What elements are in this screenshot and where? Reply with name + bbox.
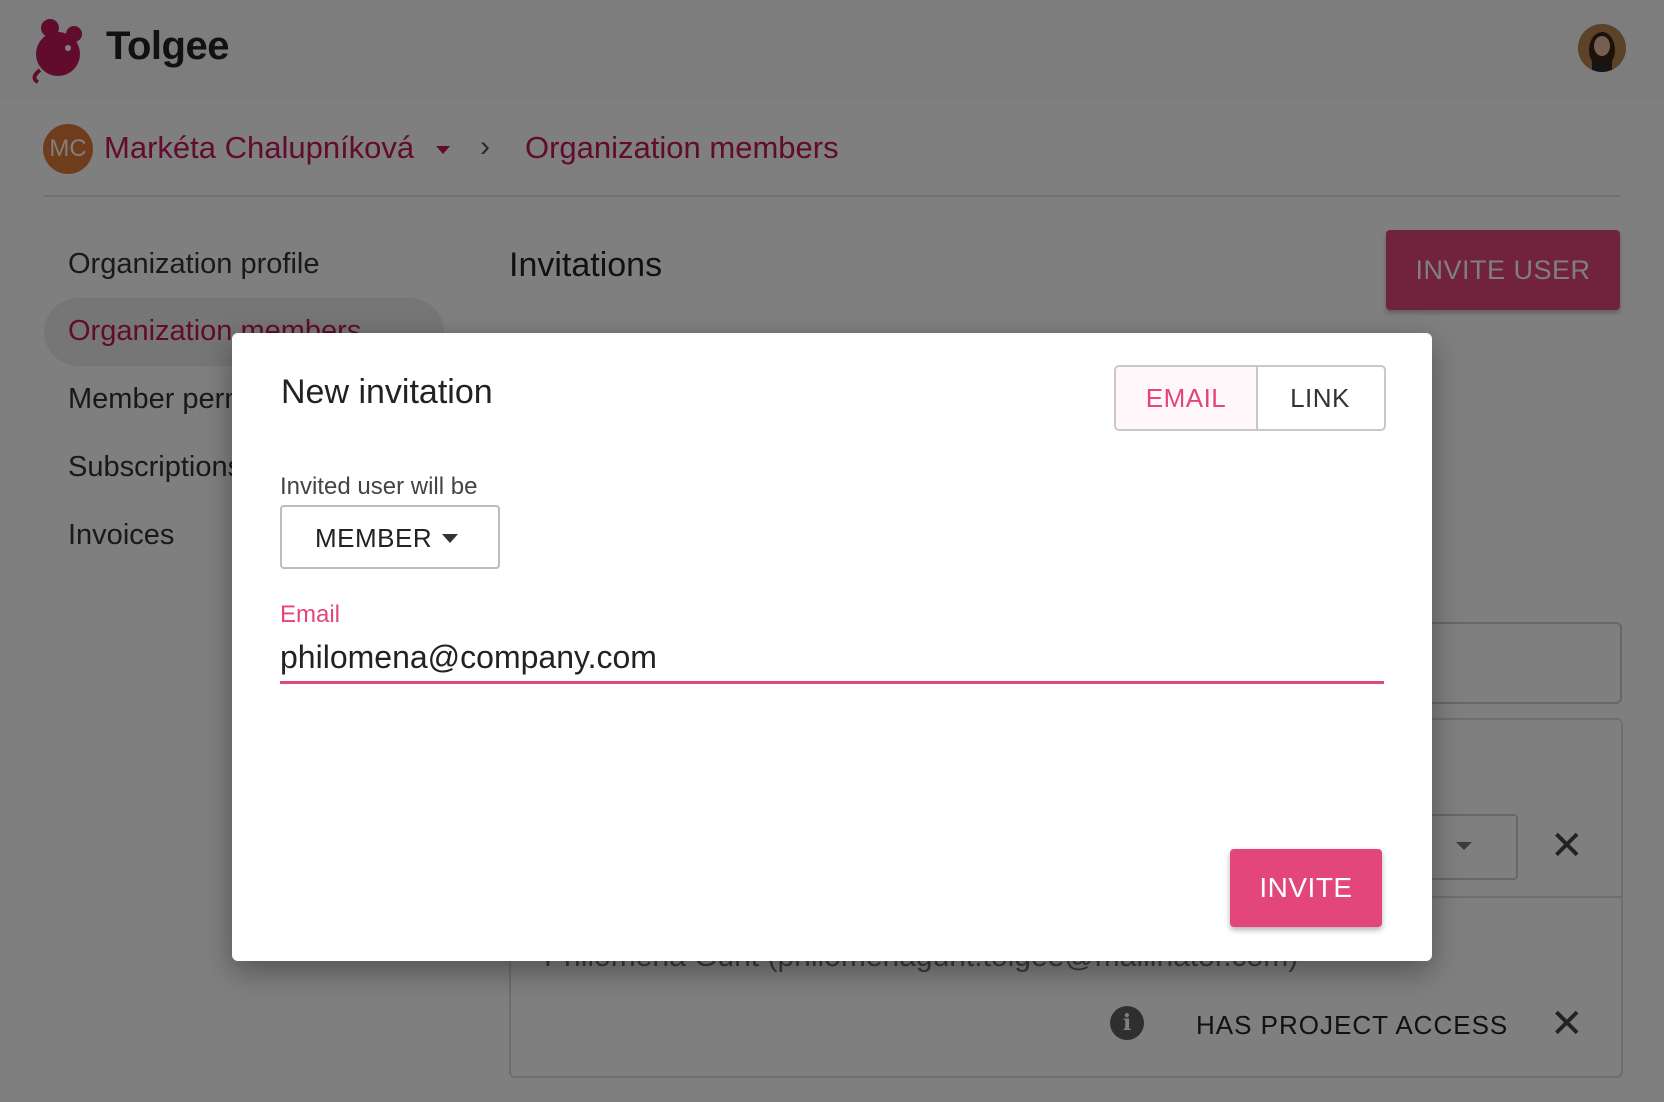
- new-invitation-dialog: New invitation EMAIL LINK Invited user w…: [232, 333, 1432, 961]
- role-dropdown[interactable]: MEMBER: [280, 505, 500, 569]
- dialog-title: New invitation: [281, 373, 493, 411]
- caret-down-icon: [442, 534, 458, 543]
- role-value: MEMBER: [315, 523, 433, 553]
- invite-button[interactable]: INVITE: [1230, 849, 1382, 927]
- email-label: Email: [280, 601, 341, 628]
- role-label: Invited user will be: [280, 473, 478, 500]
- email-field[interactable]: [280, 633, 1384, 684]
- tab-link[interactable]: LINK: [1258, 367, 1382, 429]
- tab-email[interactable]: EMAIL: [1116, 367, 1258, 429]
- invitation-type-toggle: EMAIL LINK: [1114, 365, 1386, 431]
